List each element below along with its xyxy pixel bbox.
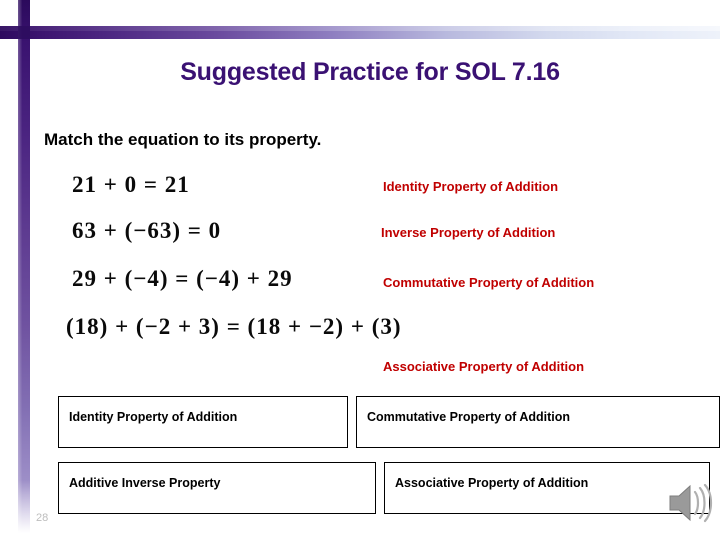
answer-box-additive-inverse-label: Additive Inverse Property [69, 476, 221, 490]
accent-bar-intersection [18, 26, 30, 39]
property-label-associative: Associative Property of Addition [383, 359, 585, 374]
equation-3: 29 + (−4) = (−4) + 29 [72, 266, 293, 291]
answer-box-associative-label: Associative Property of Addition [395, 476, 589, 490]
equation-4: (18) + (−2 + 3) = (18 + −2) + (3) [66, 314, 402, 339]
page-number: 28 [36, 512, 49, 524]
instruction-prompt: Match the equation to its property. [44, 130, 322, 149]
answer-box-associative[interactable]: Associative Property of Addition [384, 462, 710, 514]
vertical-accent-bar-highlight [18, 0, 22, 540]
answer-box-additive-inverse[interactable]: Additive Inverse Property [58, 462, 376, 514]
property-label-inverse: Inverse Property of Addition [381, 225, 556, 240]
speaker-icon[interactable] [668, 482, 714, 524]
slide-canvas: Suggested Practice for SOL 7.16 Match th… [0, 0, 720, 540]
slide-title: Suggested Practice for SOL 7.16 [180, 58, 560, 86]
horizontal-accent-bar-highlight [0, 26, 720, 31]
vertical-accent-bar-fade [18, 480, 30, 540]
answer-box-commutative[interactable]: Commutative Property of Addition [356, 396, 720, 448]
equation-2: 63 + (−63) = 0 [72, 218, 222, 243]
property-label-commutative: Commutative Property of Addition [383, 275, 595, 290]
property-label-identity: Identity Property of Addition [383, 179, 559, 194]
answer-box-identity[interactable]: Identity Property of Addition [58, 396, 348, 448]
answer-box-commutative-label: Commutative Property of Addition [367, 410, 571, 424]
equation-1: 21 + 0 = 21 [72, 172, 190, 197]
answer-box-identity-label: Identity Property of Addition [69, 410, 238, 424]
